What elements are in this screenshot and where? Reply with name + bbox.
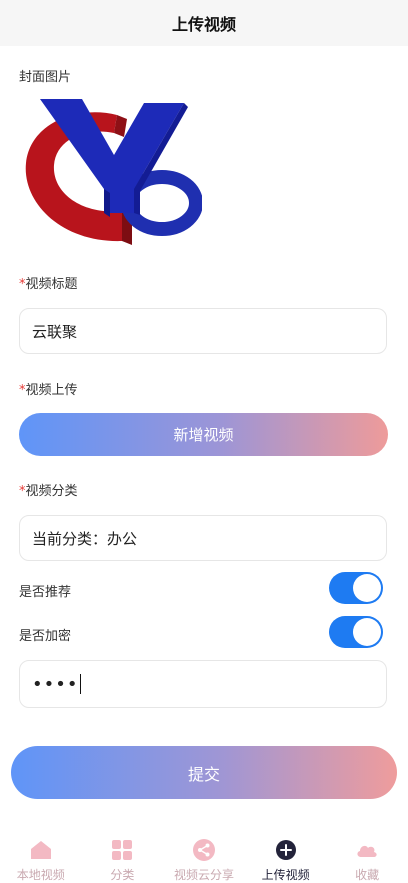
category-label: *视频分类 xyxy=(19,480,78,499)
video-upload-label-text: 视频上传 xyxy=(25,383,78,398)
password-input[interactable]: •••• xyxy=(19,660,387,708)
tab-category[interactable]: 分类 xyxy=(82,828,164,883)
bottom-tab-bar: 本地视频 分类 视频云分享 上传视频 收藏 xyxy=(0,828,408,883)
encrypt-label: 是否加密 xyxy=(19,629,72,644)
page-title: 上传视频 xyxy=(171,15,236,34)
add-video-button[interactable]: 新增视频 xyxy=(19,413,388,456)
video-title-input[interactable]: 云联聚 xyxy=(19,308,387,354)
category-label-text: 视频分类 xyxy=(25,484,78,499)
password-value: •••• xyxy=(32,673,79,695)
submit-button-label: 提交 xyxy=(187,764,220,784)
category-value: 当前分类：办公 xyxy=(32,529,138,548)
recommend-label: 是否推荐 xyxy=(19,585,72,600)
encrypt-toggle[interactable] xyxy=(329,616,383,648)
toggle-knob xyxy=(353,618,381,646)
video-title-label-text: 视频标题 xyxy=(25,277,78,292)
share-icon xyxy=(192,839,215,861)
page-header: 上传视频 xyxy=(0,0,408,46)
home-icon xyxy=(30,841,51,859)
video-title-label: *视频标题 xyxy=(19,273,78,292)
plus-icon xyxy=(275,840,296,860)
tab-label: 本地视频 xyxy=(16,868,65,882)
tab-upload-video[interactable]: 上传视频 xyxy=(245,828,327,883)
submit-button[interactable]: 提交 xyxy=(11,746,397,799)
cover-image[interactable] xyxy=(22,93,202,253)
tab-local-video[interactable]: 本地视频 xyxy=(0,828,82,883)
video-upload-label: *视频上传 xyxy=(19,379,78,398)
tab-label: 收藏 xyxy=(355,868,380,882)
recommend-toggle[interactable] xyxy=(329,572,383,604)
tab-favorites[interactable]: 收藏 xyxy=(326,828,408,883)
cover-label: 封面图片 xyxy=(19,70,72,85)
toggle-knob xyxy=(353,574,381,602)
tab-label: 分类 xyxy=(110,868,135,882)
category-select[interactable]: 当前分类：办公 xyxy=(19,515,387,561)
tab-cloud-share[interactable]: 视频云分享 xyxy=(163,828,245,883)
add-video-button-label: 新增视频 xyxy=(173,426,234,444)
tab-label: 视频云分享 xyxy=(173,868,234,882)
video-title-value: 云联聚 xyxy=(32,322,78,341)
text-cursor xyxy=(80,674,82,694)
grid-icon xyxy=(112,840,133,860)
tab-label: 上传视频 xyxy=(261,868,310,882)
cloud-icon xyxy=(357,845,377,857)
